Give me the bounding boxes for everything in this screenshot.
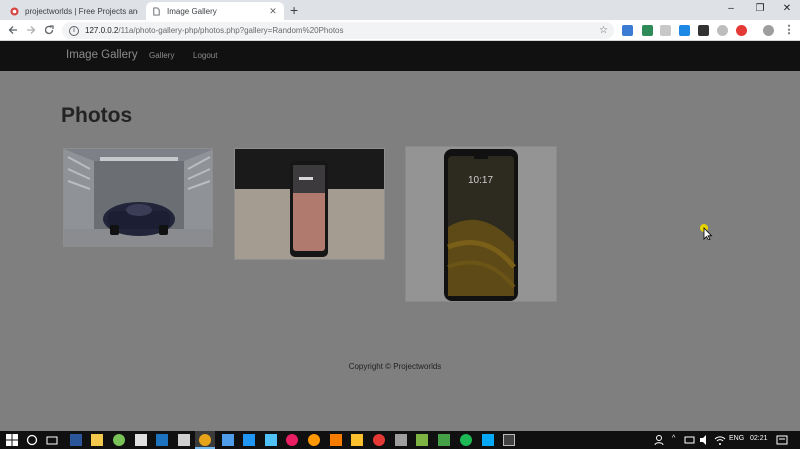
browser-tab-strip: projectworlds | Free Projects and Image …	[0, 0, 800, 20]
teamviewer-icon[interactable]	[265, 434, 277, 446]
show-hidden-icons-icon[interactable]: ^	[672, 435, 675, 442]
tab-title: projectworlds | Free Projects and	[25, 6, 138, 16]
clock-time[interactable]: 02:21	[750, 435, 768, 442]
svg-text:10:17: 10:17	[468, 175, 493, 186]
store-icon[interactable]	[178, 434, 190, 446]
tab-projectworlds[interactable]: projectworlds | Free Projects and	[4, 2, 144, 20]
forward-arrow-icon	[27, 26, 36, 34]
windows-start-icon[interactable]	[6, 434, 18, 446]
file-explorer-icon[interactable]	[91, 434, 103, 446]
new-tab-button[interactable]: +	[290, 2, 298, 18]
browser-toolbar: i 127.0.0.2/11a/photo-gallery-php/photos…	[0, 20, 800, 41]
mouse-cursor-icon	[700, 224, 713, 240]
page-title: Photos	[61, 104, 133, 127]
extension-page-icon[interactable]	[660, 25, 671, 36]
mail-icon[interactable]	[135, 434, 147, 446]
search-icon[interactable]	[26, 434, 38, 446]
maximize-button[interactable]: ❐	[745, 0, 775, 20]
site-info-icon[interactable]: i	[69, 25, 79, 36]
back-button[interactable]	[4, 21, 22, 39]
phone-front-photo-image: 10:17	[406, 147, 556, 301]
extension-opera-icon[interactable]	[736, 25, 747, 36]
photo-thumbnail-car[interactable]	[63, 148, 213, 247]
url-path: /11a/photo-gallery-php/photos.php?galler…	[118, 26, 344, 35]
app-gray-icon[interactable]	[395, 434, 407, 446]
app-blue-icon[interactable]	[243, 434, 255, 446]
page-footer: Copyright © Projectworlds	[348, 362, 442, 371]
page-icon	[153, 6, 160, 16]
photo-thumbnail-phone-front[interactable]: 10:17	[405, 146, 557, 302]
firefox-icon[interactable]	[308, 434, 320, 446]
people-icon[interactable]	[653, 434, 665, 446]
phone-table-photo-image	[235, 149, 384, 259]
url-text: 127.0.0.2/11a/photo-gallery-php/photos.p…	[85, 26, 599, 35]
extension-dark-icon[interactable]	[698, 25, 709, 36]
app-pink-icon[interactable]	[286, 434, 298, 446]
wifi-icon[interactable]	[714, 434, 726, 446]
android-icon[interactable]	[113, 434, 125, 446]
nav-link-gallery[interactable]: Gallery	[149, 51, 174, 60]
extension-drive-icon[interactable]	[642, 25, 653, 36]
photo-thumbnail-phone-table[interactable]	[234, 148, 385, 260]
edge-icon[interactable]	[156, 434, 168, 446]
chrome-icon[interactable]	[199, 434, 211, 446]
word-icon[interactable]	[70, 434, 82, 446]
url-host: 127.0.0.2	[85, 26, 119, 35]
language-indicator[interactable]: ENG	[729, 435, 744, 442]
extension-profile-icon[interactable]	[622, 25, 633, 36]
extension-capture-icon[interactable]	[679, 25, 690, 36]
site-navbar: Image Gallery Gallery Logout	[0, 41, 800, 71]
address-bar[interactable]: i 127.0.0.2/11a/photo-gallery-php/photos…	[62, 22, 614, 39]
back-arrow-icon	[8, 26, 17, 34]
tab-image-gallery[interactable]: Image Gallery ✕	[146, 2, 284, 20]
reload-icon	[44, 25, 54, 35]
app-orange-icon[interactable]	[330, 434, 342, 446]
terminal-icon[interactable]	[503, 434, 515, 446]
close-window-button[interactable]: ✕	[772, 0, 800, 20]
windows-taskbar: ^ ENG 02:21	[0, 431, 800, 449]
close-tab-icon[interactable]: ✕	[268, 6, 278, 17]
tab-title: Image Gallery	[167, 6, 217, 16]
projectworlds-favicon-icon	[10, 6, 19, 16]
spotify-icon[interactable]	[460, 434, 472, 446]
forward-button[interactable]	[22, 21, 40, 39]
app-green-icon[interactable]	[416, 434, 428, 446]
minimize-button[interactable]: –	[716, 0, 746, 20]
battery-icon[interactable]	[684, 434, 696, 446]
app-cube-icon[interactable]	[222, 434, 234, 446]
notification-icon[interactable]	[776, 434, 788, 446]
profile-avatar[interactable]	[763, 25, 774, 36]
bookmark-star-icon[interactable]: ☆	[599, 25, 608, 36]
volume-icon[interactable]	[699, 434, 711, 446]
extension-shield-icon[interactable]	[717, 25, 728, 36]
task-view-icon[interactable]	[46, 434, 58, 446]
app-lightblue-icon[interactable]	[482, 434, 494, 446]
app-yellow-icon[interactable]	[351, 434, 363, 446]
app-chart-icon[interactable]	[438, 434, 450, 446]
reload-button[interactable]	[40, 21, 58, 39]
browser-menu-icon[interactable]: ⋮	[780, 21, 798, 39]
opera-icon[interactable]	[373, 434, 385, 446]
nav-link-logout[interactable]: Logout	[193, 51, 217, 60]
site-brand[interactable]: Image Gallery	[66, 49, 138, 61]
car-photo-image	[64, 149, 212, 246]
